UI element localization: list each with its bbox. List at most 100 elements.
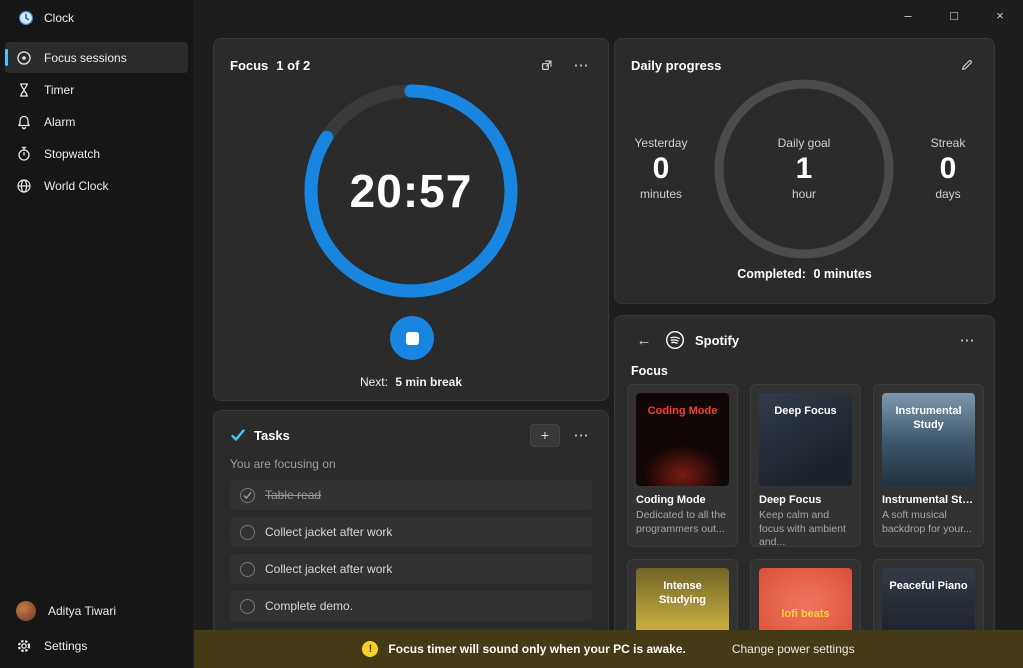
sidebar-item-label: Alarm <box>44 115 75 129</box>
timer-icon <box>16 82 32 98</box>
sidebar-item-label: Focus sessions <box>44 51 127 65</box>
focus-session-card: Focus 1 of 2 ⋯ 20:57 Next: 5 min break <box>213 38 609 401</box>
notification-bar: ! Focus timer will sound only when your … <box>194 630 1023 668</box>
sidebar-item-stopwatch[interactable]: Stopwatch <box>5 138 188 169</box>
focus-timer-time: 20:57 <box>296 161 526 221</box>
minimize-button[interactable]: – <box>885 0 931 30</box>
tile-title: Deep Focus <box>759 494 852 506</box>
spotify-tile-grid: Coding Mode Coding Mode Dedicated to all… <box>627 384 984 668</box>
tile-description: Keep calm and focus with ambient and... <box>759 509 852 547</box>
tasks-more-options-button[interactable]: ⋯ <box>568 423 594 447</box>
sidebar-item-settings[interactable]: Settings <box>5 629 188 663</box>
tile-art: Instrumental Study <box>882 393 975 486</box>
maximize-button[interactable]: □ <box>931 0 977 30</box>
user-name: Aditya Tiwari <box>48 604 116 618</box>
alarm-bell-icon <box>16 114 32 130</box>
tasks-check-icon <box>230 427 246 443</box>
sidebar-user-account[interactable]: Aditya Tiwari <box>5 594 188 628</box>
spotify-tile[interactable]: Deep Focus Deep Focus Keep calm and focu… <box>750 384 861 547</box>
add-task-button[interactable]: + <box>530 424 560 447</box>
next-label: Next: <box>360 375 388 389</box>
task-row[interactable]: Complete demo. <box>230 591 592 621</box>
gear-icon <box>16 638 32 654</box>
tile-description: Dedicated to all the programmers out... <box>636 509 729 536</box>
warning-icon: ! <box>362 641 378 657</box>
tasks-subtitle: You are focusing on <box>230 457 592 471</box>
task-label: Table read <box>265 488 321 502</box>
tile-title: Coding Mode <box>636 494 729 506</box>
daily-progress-title: Daily progress <box>631 58 721 73</box>
sidebar-item-timer[interactable]: Timer <box>5 74 188 105</box>
daily-progress-card: Daily progress Yesterday 0 minutes Daily… <box>614 38 995 304</box>
sidebar-item-alarm[interactable]: Alarm <box>5 106 188 137</box>
daily-progress-header: Daily progress <box>615 39 994 77</box>
spotify-more-options-button[interactable]: ⋯ <box>954 328 980 352</box>
task-row[interactable]: Collect jacket after work <box>230 554 592 584</box>
stop-icon <box>406 332 419 345</box>
tile-art-text: Peaceful Piano <box>889 580 967 594</box>
tasks-card-title: Tasks <box>254 428 290 443</box>
task-checkbox[interactable] <box>240 599 255 614</box>
sidebar-footer: Aditya Tiwari Settings <box>0 593 193 664</box>
task-checkbox[interactable] <box>240 562 255 577</box>
focus-sessions-icon <box>16 50 32 66</box>
tile-art-text: lofi beats <box>781 608 829 622</box>
tile-art: Deep Focus <box>759 393 852 486</box>
next-break-line: Next: 5 min break <box>214 375 608 389</box>
sidebar-item-label: Timer <box>44 83 74 97</box>
task-row[interactable]: Table read <box>230 480 592 510</box>
sidebar-item-label: World Clock <box>44 179 108 193</box>
task-label: Collect jacket after work <box>265 562 392 576</box>
spotify-section-label: Focus <box>631 364 668 378</box>
window-controls: – □ × <box>885 0 1023 30</box>
tile-description: A soft musical backdrop for your... <box>882 509 975 536</box>
popout-button[interactable] <box>534 53 560 77</box>
task-checkbox[interactable] <box>240 488 255 503</box>
sidebar-item-world-clock[interactable]: World Clock <box>5 170 188 201</box>
next-break-value: 5 min break <box>395 375 462 389</box>
goal-unit: hour <box>759 187 849 202</box>
change-power-settings-link[interactable]: Change power settings <box>732 642 855 656</box>
sidebar-item-label: Stopwatch <box>44 147 100 161</box>
spotify-tile[interactable]: Coding Mode Coding Mode Dedicated to all… <box>627 384 738 547</box>
stop-focus-button[interactable] <box>390 316 434 360</box>
yesterday-stat: Yesterday 0 minutes <box>616 136 706 202</box>
tile-art-text: Intense Studying <box>642 580 723 608</box>
daily-goal-stat: Daily goal 1 hour <box>759 136 849 202</box>
app-title: Clock <box>44 11 74 25</box>
back-button[interactable]: ← <box>631 328 657 352</box>
streak-unit: days <box>903 187 993 202</box>
yesterday-label: Yesterday <box>616 136 706 151</box>
edit-goal-button[interactable] <box>954 53 980 77</box>
tasks-card-header: Tasks + ⋯ <box>214 411 608 447</box>
spotify-brand: Spotify <box>695 333 739 348</box>
notification-message: Focus timer will sound only when your PC… <box>388 642 685 656</box>
clock-app-icon <box>18 10 34 26</box>
app-header: Clock <box>0 0 193 36</box>
focus-card-title: Focus <box>230 58 268 73</box>
task-row[interactable]: Collect jacket after work <box>230 517 592 547</box>
clock-app-window: – □ × Clock Focus sessions Timer <box>0 0 1023 668</box>
spotify-card: ← Spotify ⋯ Focus Coding Mode Coding Mod… <box>614 315 995 668</box>
streak-stat: Streak 0 days <box>903 136 993 202</box>
spotify-header: ← Spotify ⋯ <box>615 316 994 352</box>
user-avatar <box>16 601 36 621</box>
sidebar-item-focus-sessions[interactable]: Focus sessions <box>5 42 188 73</box>
task-label: Complete demo. <box>265 599 353 613</box>
streak-value: 0 <box>903 151 993 187</box>
tile-art: Coding Mode <box>636 393 729 486</box>
close-button[interactable]: × <box>977 0 1023 30</box>
spotify-tile[interactable]: Instrumental Study Instrumental Study A … <box>873 384 984 547</box>
yesterday-unit: minutes <box>616 187 706 202</box>
sidebar-item-label: Settings <box>44 639 87 653</box>
completed-summary: Completed: 0 minutes <box>615 267 994 281</box>
stopwatch-icon <box>16 146 32 162</box>
tile-art-text: Deep Focus <box>774 405 836 419</box>
more-options-button[interactable]: ⋯ <box>568 53 594 77</box>
task-checkbox[interactable] <box>240 525 255 540</box>
goal-label: Daily goal <box>759 136 849 151</box>
task-label: Collect jacket after work <box>265 525 392 539</box>
tile-art-text: Coding Mode <box>648 405 718 419</box>
sidebar-nav: Focus sessions Timer Alarm Stopwatch <box>0 42 193 201</box>
sidebar: Clock Focus sessions Timer Alarm <box>0 0 193 668</box>
